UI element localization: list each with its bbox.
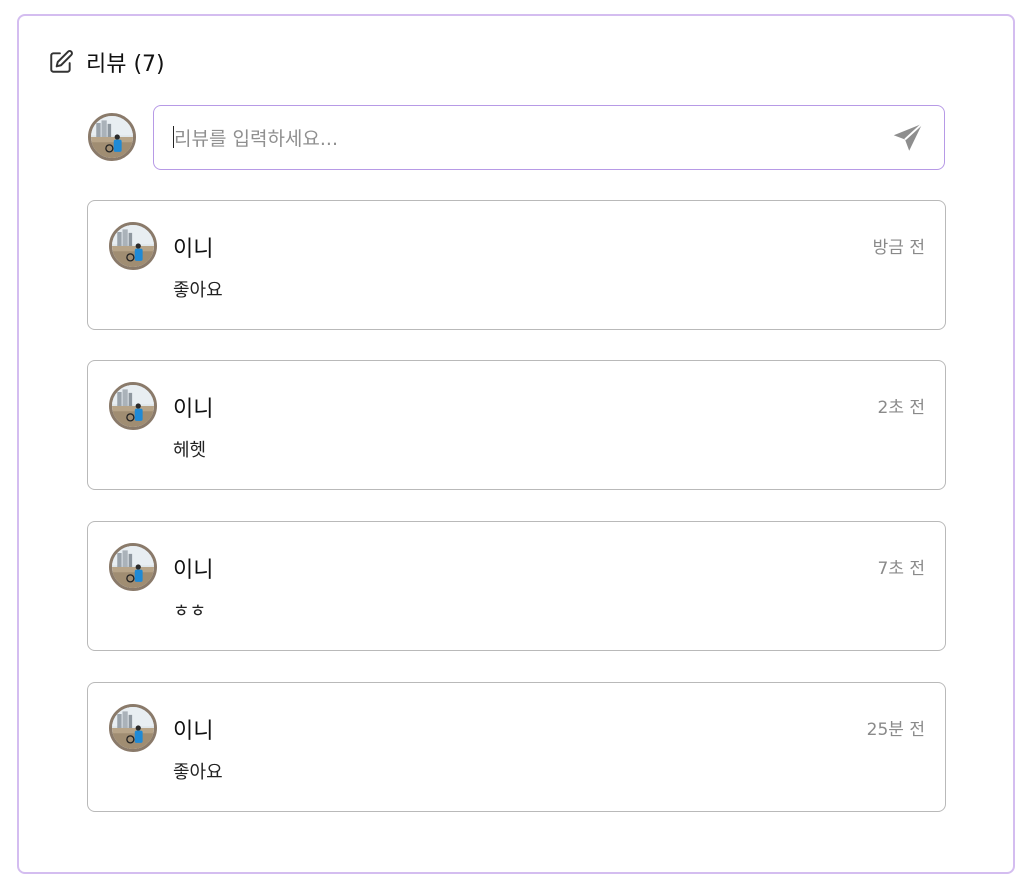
review-input-box [153,105,945,171]
review-author: 이니 [173,558,214,583]
author-avatar [109,382,157,430]
user-avatar [88,113,136,161]
review-content: 좋아요 [173,280,223,301]
review-time: 방금 전 [872,238,925,258]
review-item: 이니 2초 전 헤헷 [87,360,946,490]
review-author: 이니 [173,397,214,422]
review-content: 헤헷 [173,440,207,461]
review-header: 리뷰 (7) [48,46,165,78]
text-caret [173,126,174,148]
pencil-edit-icon [48,49,74,75]
review-time: 2초 전 [877,398,926,418]
review-input[interactable] [172,106,876,171]
review-item: 이니 7초 전 ㅎㅎ [87,521,946,651]
review-content: 좋아요 [173,762,223,783]
review-content: ㅎㅎ [173,601,207,622]
send-button[interactable] [890,120,926,156]
author-avatar [109,543,157,591]
review-author: 이니 [173,719,214,744]
send-icon [893,123,923,151]
review-time: 25분 전 [866,720,925,740]
author-avatar [109,222,157,270]
review-title: 리뷰 (7) [86,52,165,77]
review-author: 이니 [173,237,214,262]
review-item: 이니 방금 전 좋아요 [87,200,946,330]
review-time: 7초 전 [877,559,926,579]
author-avatar [109,704,157,752]
review-item: 이니 25분 전 좋아요 [87,682,946,812]
